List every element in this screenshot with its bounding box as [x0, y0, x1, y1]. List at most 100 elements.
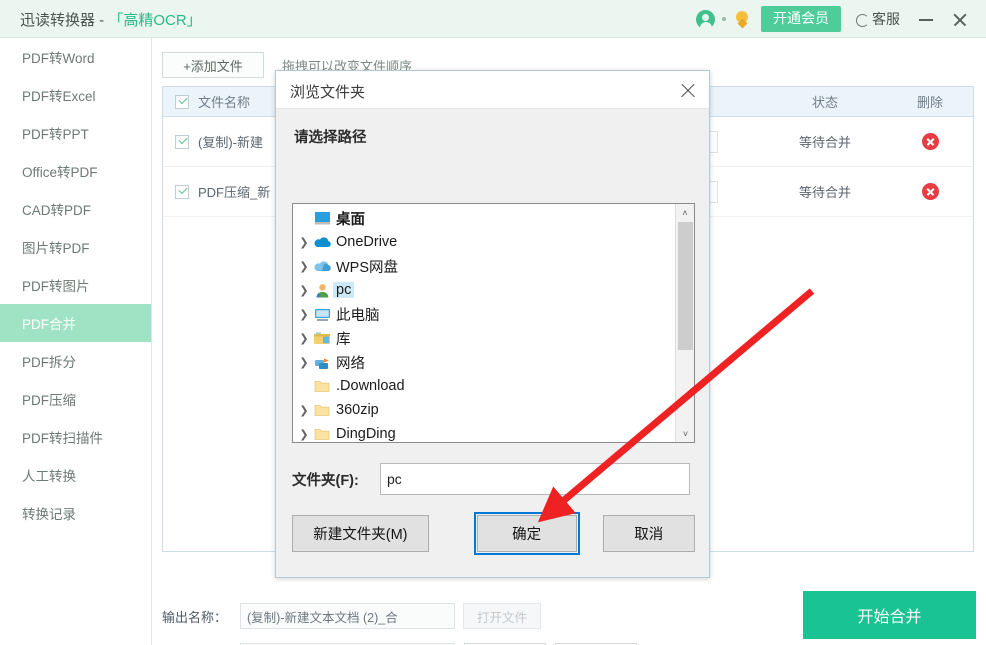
customer-service-button[interactable]: 客服: [855, 9, 900, 29]
row-checkbox[interactable]: [175, 134, 189, 149]
column-header-status: 状态: [811, 95, 838, 110]
browse-folder-dialog: 浏览文件夹 请选择路径 桌面 ❯ OneDrive ❯ WPS网盘 ❯ pc ❯…: [275, 70, 710, 578]
tree-item-this-pc[interactable]: ❯ 此电脑: [293, 302, 676, 326]
sidebar-item-pdf-merge[interactable]: PDF合并: [0, 304, 151, 342]
tree-item-label: WPS网盘: [336, 259, 399, 276]
start-merge-button[interactable]: 开始合并: [803, 591, 976, 639]
chevron-right-icon[interactable]: ❯: [297, 284, 311, 297]
sidebar-item-label: 人工转换: [22, 469, 76, 484]
new-folder-button[interactable]: 新建文件夹(M): [292, 515, 429, 552]
tree-item-wps-cloud[interactable]: ❯ WPS网盘: [293, 254, 676, 278]
folder-name-input[interactable]: [380, 463, 690, 495]
row-checkbox[interactable]: [175, 184, 189, 199]
scroll-down-icon[interactable]: ˅: [676, 425, 694, 442]
dialog-title-bar: 浏览文件夹: [276, 71, 709, 109]
computer-icon: [311, 307, 333, 322]
chevron-right-icon[interactable]: ❯: [297, 236, 311, 249]
sidebar-item-pdf-to-excel[interactable]: PDF转Excel: [0, 76, 151, 114]
network-icon: [311, 355, 333, 370]
sidebar-item-label: PDF压缩: [22, 393, 76, 408]
chevron-right-icon[interactable]: ❯: [297, 308, 311, 321]
tree-item-label: DingDing: [336, 426, 396, 442]
dialog-title: 浏览文件夹: [290, 84, 366, 101]
chevron-right-icon[interactable]: ❯: [297, 356, 311, 369]
column-header-filename: 文件名称: [198, 95, 251, 110]
sidebar-item-office-to-pdf[interactable]: Office转PDF: [0, 152, 151, 190]
wps-cloud-icon: [311, 259, 333, 273]
tree-item-label: 桌面: [336, 211, 365, 228]
tree-item-label: 360zip: [336, 402, 379, 418]
folder-icon: [311, 403, 333, 417]
tree-item-libraries[interactable]: ❯ 库: [293, 326, 676, 350]
sidebar-item-pdf-to-image[interactable]: PDF转图片: [0, 266, 151, 304]
titlebar-actions: 开通会员 客服: [696, 0, 986, 38]
chevron-right-icon[interactable]: ❯: [297, 260, 311, 273]
confirm-button[interactable]: 确定: [473, 512, 580, 555]
sidebar-item-pdf-to-ppt[interactable]: PDF转PPT: [0, 114, 151, 152]
dialog-button-bar: 新建文件夹(M) 确定 取消: [292, 512, 695, 555]
desktop-icon: [311, 211, 333, 226]
application-window: 迅读转换器 - 「高精OCR」 开通会员 客服 PDF转Word PDF转Exc…: [0, 0, 986, 645]
cancel-button[interactable]: 取消: [602, 515, 695, 552]
delete-circle-icon[interactable]: [921, 133, 939, 150]
close-icon[interactable]: [950, 9, 970, 29]
sidebar-item-pdf-to-word[interactable]: PDF转Word: [0, 38, 151, 76]
open-file-button[interactable]: 打开文件: [463, 603, 541, 629]
sidebar-item-label: PDF转图片: [22, 279, 90, 294]
sidebar-item-label: 图片转PDF: [22, 241, 90, 256]
sidebar-item-image-to-pdf[interactable]: 图片转PDF: [0, 228, 151, 266]
row-delete-cell: [887, 133, 973, 150]
tree-item-pc-user[interactable]: ❯ pc: [293, 278, 676, 302]
tree-scrollbar[interactable]: ˄ ˅: [675, 204, 694, 442]
file-name: PDF压缩_新: [198, 185, 271, 200]
sidebar-item-label: CAD转PDF: [22, 203, 92, 218]
tree-item-onedrive[interactable]: ❯ OneDrive: [293, 230, 676, 254]
sidebar-item-label: PDF转扫描件: [22, 431, 103, 446]
scroll-up-icon[interactable]: ˄: [676, 204, 694, 221]
customer-service-label: 客服: [872, 11, 900, 27]
sidebar-item-convert-history[interactable]: 转换记录: [0, 494, 151, 532]
scrollbar-thumb[interactable]: [678, 222, 693, 350]
row-status: 等待合并: [798, 185, 851, 200]
folder-tree-box: 桌面 ❯ OneDrive ❯ WPS网盘 ❯ pc ❯ 此电脑 ❯ 库 ❯ 网…: [292, 203, 695, 443]
sidebar-item-label: Office转PDF: [22, 165, 98, 180]
chevron-right-icon[interactable]: ❯: [297, 332, 311, 345]
tree-item-label: 此电脑: [336, 307, 380, 324]
sidebar-item-cad-to-pdf[interactable]: CAD转PDF: [0, 190, 151, 228]
window-title: 迅读转换器 - 「高精OCR」: [20, 9, 202, 30]
tree-item-label: pc: [333, 282, 355, 298]
sidebar-item-label: PDF拆分: [22, 355, 76, 370]
row-delete-cell: [887, 183, 973, 200]
folder-name-row: 文件夹(F):: [292, 463, 690, 495]
user-icon: [311, 283, 333, 298]
add-file-button[interactable]: +添加文件: [162, 52, 264, 78]
app-badge: 「高精OCR」: [108, 12, 202, 29]
row-status: 等待合并: [798, 135, 851, 150]
medal-icon[interactable]: [733, 10, 751, 29]
dialog-prompt-label: 请选择路径: [294, 130, 367, 146]
chevron-right-icon[interactable]: ❯: [297, 404, 311, 417]
sidebar-item-pdf-compress[interactable]: PDF压缩: [0, 380, 151, 418]
sidebar-item-manual-convert[interactable]: 人工转换: [0, 456, 151, 494]
tree-item-network[interactable]: ❯ 网络: [293, 350, 676, 374]
folder-field-label: 文件夹(F):: [292, 472, 359, 489]
tree-item-download-folder[interactable]: .Download: [293, 374, 676, 398]
sidebar-item-label: PDF转Word: [22, 51, 95, 66]
sidebar-item-pdf-to-scan[interactable]: PDF转扫描件: [0, 418, 151, 456]
select-all-checkbox[interactable]: [175, 94, 189, 109]
output-name-input[interactable]: [240, 603, 455, 629]
open-membership-button[interactable]: 开通会员: [761, 6, 841, 32]
tree-item-dingding-folder[interactable]: ❯ DingDing: [293, 422, 676, 442]
headset-icon: [855, 13, 869, 27]
tree-item-label: 库: [336, 331, 351, 348]
minimize-icon[interactable]: [916, 9, 936, 29]
close-icon[interactable]: [677, 79, 699, 101]
tree-item-360zip-folder[interactable]: ❯ 360zip: [293, 398, 676, 422]
sidebar-item-label: PDF转PPT: [22, 127, 89, 142]
avatar-icon[interactable]: [696, 9, 715, 30]
sidebar-item-pdf-split[interactable]: PDF拆分: [0, 342, 151, 380]
delete-circle-icon[interactable]: [921, 183, 939, 200]
tree-item-desktop[interactable]: 桌面: [293, 206, 676, 230]
chevron-right-icon[interactable]: ❯: [297, 428, 311, 441]
tree-item-label: .Download: [336, 378, 405, 394]
